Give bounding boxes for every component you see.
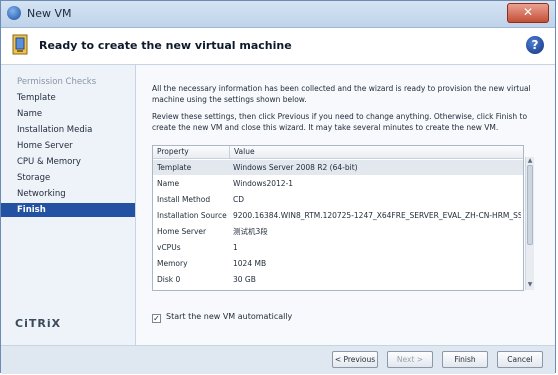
table-row[interactable]: Installation Source 9200.16384.WIN8_RTM.…: [153, 208, 523, 223]
sidebar-item-name[interactable]: Name: [1, 107, 135, 121]
close-button[interactable]: ✕: [507, 3, 549, 23]
value-cell: CD: [233, 195, 245, 204]
intro-text: All the necessary information has been c…: [152, 84, 531, 104]
sidebar-item-permission-checks[interactable]: Permission Checks: [1, 75, 135, 89]
value-cell: 1: [233, 243, 238, 252]
property-cell: vCPUs: [157, 243, 181, 252]
sidebar-item-template[interactable]: Template: [1, 91, 135, 105]
grid-header: Property Value: [153, 146, 523, 159]
sidebar-item-finish[interactable]: Finish: [1, 203, 135, 217]
property-cell: Install Method: [157, 195, 211, 204]
table-row[interactable]: Memory 1024 MB: [153, 256, 523, 271]
sidebar-item-cpu-memory[interactable]: CPU & Memory: [1, 155, 135, 169]
vm-wizard-icon: [12, 34, 28, 55]
property-cell: Installation Source: [157, 211, 227, 220]
citrix-logo: CiTRiX: [15, 317, 62, 330]
help-icon[interactable]: ?: [526, 36, 544, 54]
wizard-sidebar: Permission Checks Template Name Installa…: [1, 65, 136, 345]
sidebar-item-storage[interactable]: Storage: [1, 171, 135, 185]
page-title: Ready to create the new virtual machine: [39, 39, 292, 52]
cancel-button[interactable]: Cancel: [497, 351, 543, 368]
value-cell: Windows2012-1: [233, 179, 294, 188]
value-cell: 1024 MB: [233, 259, 267, 268]
start-automatically-checkbox[interactable]: ✓: [152, 314, 161, 323]
table-row[interactable]: Install Method CD: [153, 192, 523, 207]
table-row[interactable]: Template Windows Server 2008 R2 (64-bit): [153, 160, 523, 175]
sidebar-item-networking[interactable]: Networking: [1, 187, 135, 201]
scroll-down-icon[interactable]: ▼: [526, 281, 534, 289]
wizard-header: Ready to create the new virtual machine …: [1, 28, 555, 65]
scroll-thumb[interactable]: [527, 165, 533, 245]
xencenter-icon: [7, 6, 21, 20]
value-cell: 30 GB: [233, 275, 256, 284]
next-button[interactable]: Next >: [387, 351, 433, 368]
table-row[interactable]: Disk 0 30 GB: [153, 272, 523, 287]
sidebar-item-installation-media[interactable]: Installation Media: [1, 123, 135, 137]
settings-grid: Property Value Template Windows Server 2…: [152, 145, 524, 291]
title-bar: New VM ✕: [1, 1, 555, 28]
value-cell: 9200.16384.WIN8_RTM.120725-1247_X64FRE_S…: [233, 211, 521, 220]
scroll-up-icon[interactable]: ▲: [526, 157, 534, 165]
review-text: Review these settings, then click Previo…: [152, 112, 528, 132]
column-header-value[interactable]: Value: [229, 146, 255, 158]
wizard-content: All the necessary information has been c…: [136, 65, 555, 345]
table-row[interactable]: Home Server 测试机3段: [153, 224, 523, 239]
new-vm-window: New VM ✕ Ready to create the new virtual…: [0, 0, 556, 374]
grid-scrollbar[interactable]: ▲ ▼: [525, 157, 534, 290]
property-cell: Disk 0: [157, 275, 181, 284]
property-cell: Template: [157, 163, 192, 172]
wizard-footer: < Previous Next > Finish Cancel: [1, 345, 555, 374]
value-cell: 测试机3段: [233, 227, 268, 236]
column-header-property[interactable]: Property: [157, 146, 189, 158]
window-title: New VM: [27, 7, 72, 20]
previous-button[interactable]: < Previous: [332, 351, 378, 368]
sidebar-item-home-server[interactable]: Home Server: [1, 139, 135, 153]
start-automatically-label[interactable]: Start the new VM automatically: [166, 312, 292, 321]
property-cell: Memory: [157, 259, 188, 268]
value-cell: Windows Server 2008 R2 (64-bit): [233, 163, 358, 172]
property-cell: Home Server: [157, 227, 207, 236]
property-cell: Name: [157, 179, 180, 188]
table-row[interactable]: vCPUs 1: [153, 240, 523, 255]
table-row[interactable]: Name Windows2012-1: [153, 176, 523, 191]
finish-button[interactable]: Finish: [442, 351, 488, 368]
